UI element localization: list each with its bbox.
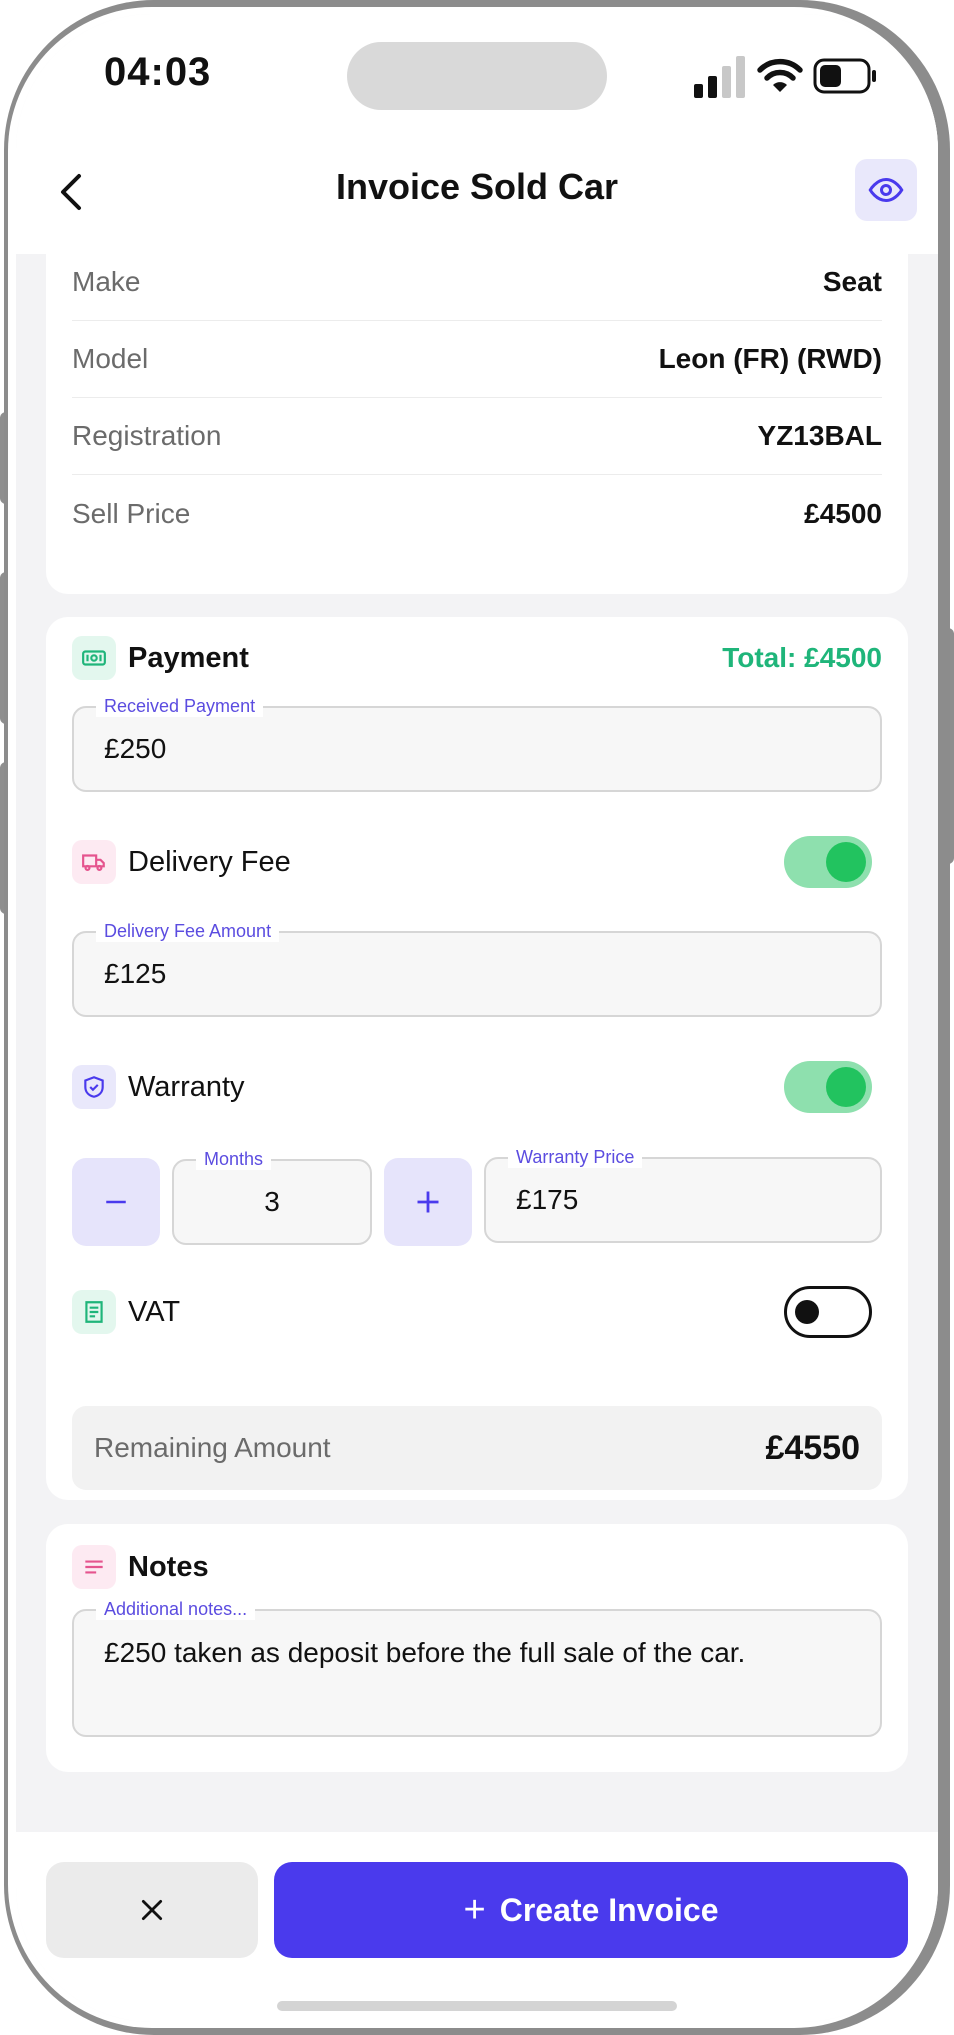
info-label: Model xyxy=(72,343,149,374)
receipt-icon xyxy=(72,1290,116,1334)
notes-textarea[interactable]: Additional notes... £250 taken as deposi… xyxy=(72,1598,882,1737)
cellular-signal-icon xyxy=(694,56,745,98)
received-payment-value: £250 xyxy=(104,733,167,764)
info-row-model: Model Leon (FR) (RWD) xyxy=(72,321,882,398)
notes-label: Notes xyxy=(128,1550,209,1583)
remaining-value: £4550 xyxy=(765,1428,860,1467)
info-label: Registration xyxy=(72,420,222,451)
info-row-registration: Registration YZ13BAL xyxy=(72,398,882,475)
plus-icon: + xyxy=(463,1889,486,1931)
notes-field-label: Additional notes... xyxy=(96,1598,256,1620)
info-row-sell-price: Sell Price £4500 xyxy=(72,475,882,552)
preview-button[interactable] xyxy=(855,159,917,221)
notes-icon xyxy=(72,1545,116,1589)
payment-section-header: Payment Total: £4500 xyxy=(72,635,882,681)
dynamic-island xyxy=(347,42,607,110)
minus-icon xyxy=(106,1200,126,1204)
home-indicator xyxy=(277,2001,677,2011)
info-value: Seat xyxy=(822,266,882,297)
delivery-fee-amount-value: £125 xyxy=(104,958,167,989)
create-invoice-button[interactable]: + Create Invoice xyxy=(274,1862,908,1958)
cancel-button[interactable] xyxy=(46,1862,258,1958)
vat-toggle[interactable] xyxy=(784,1286,872,1338)
months-decrement-button[interactable] xyxy=(72,1158,160,1246)
info-value: Leon (FR) (RWD) xyxy=(658,343,882,374)
months-field[interactable]: Months 3 xyxy=(172,1148,372,1245)
toggle-knob xyxy=(826,842,866,882)
vat-section-header: VAT xyxy=(72,1289,882,1335)
car-info-card: Make Seat Model Leon (FR) (RWD) Registra… xyxy=(46,234,908,594)
months-increment-button[interactable] xyxy=(384,1158,472,1246)
battery-icon xyxy=(813,58,876,94)
delivery-fee-amount-field[interactable]: Delivery Fee Amount £125 xyxy=(72,920,882,1017)
warranty-price-field[interactable]: Warranty Price £175 xyxy=(484,1146,882,1243)
plus-icon xyxy=(417,1191,439,1213)
delivery-fee-toggle[interactable] xyxy=(784,836,872,888)
status-time: 04:03 xyxy=(104,50,212,94)
remaining-amount: Remaining Amount £4550 xyxy=(72,1406,882,1490)
info-value: YZ13BAL xyxy=(757,420,882,451)
page-title: Invoice Sold Car xyxy=(335,166,619,207)
notes-card: Notes Additional notes... £250 taken as … xyxy=(46,1524,908,1772)
info-value: £4500 xyxy=(804,497,882,529)
truck-icon xyxy=(72,840,116,884)
payment-label: Payment xyxy=(128,641,249,674)
warranty-toggle[interactable] xyxy=(784,1061,872,1113)
vat-label: VAT xyxy=(128,1295,181,1328)
info-row-make: Make Seat xyxy=(72,244,882,321)
toggle-knob xyxy=(826,1067,866,1107)
warranty-price-value: £175 xyxy=(516,1184,579,1215)
info-label: Make xyxy=(72,266,141,297)
shield-icon xyxy=(72,1065,116,1109)
bottom-action-bar: + Create Invoice xyxy=(16,1832,938,2022)
payment-card: Payment Total: £4500 Received Payment £2… xyxy=(46,617,908,1500)
delivery-fee-label: Delivery Fee xyxy=(128,845,291,878)
top-bar: 04:03 Invoice Sold Car xyxy=(16,14,938,254)
notes-section-header: Notes xyxy=(72,1544,882,1590)
eye-icon xyxy=(868,177,904,203)
info-label: Sell Price xyxy=(72,497,191,529)
close-icon xyxy=(141,1899,163,1921)
notes-value: £250 taken as deposit before the full sa… xyxy=(104,1637,746,1668)
payment-total: Total: £4500 xyxy=(722,642,882,673)
months-value: 3 xyxy=(264,1186,280,1217)
warranty-section-header: Warranty xyxy=(72,1064,882,1110)
remaining-label: Remaining Amount xyxy=(94,1432,331,1463)
delivery-section-header: Delivery Fee xyxy=(72,839,882,885)
received-payment-field[interactable]: Received Payment £250 xyxy=(72,695,882,792)
screen: Make Seat Model Leon (FR) (RWD) Registra… xyxy=(16,14,938,2022)
cash-icon xyxy=(72,636,116,680)
wifi-icon xyxy=(757,58,803,92)
warranty-label: Warranty xyxy=(128,1070,245,1103)
create-invoice-label: Create Invoice xyxy=(499,1891,719,1928)
toggle-knob xyxy=(795,1300,819,1324)
